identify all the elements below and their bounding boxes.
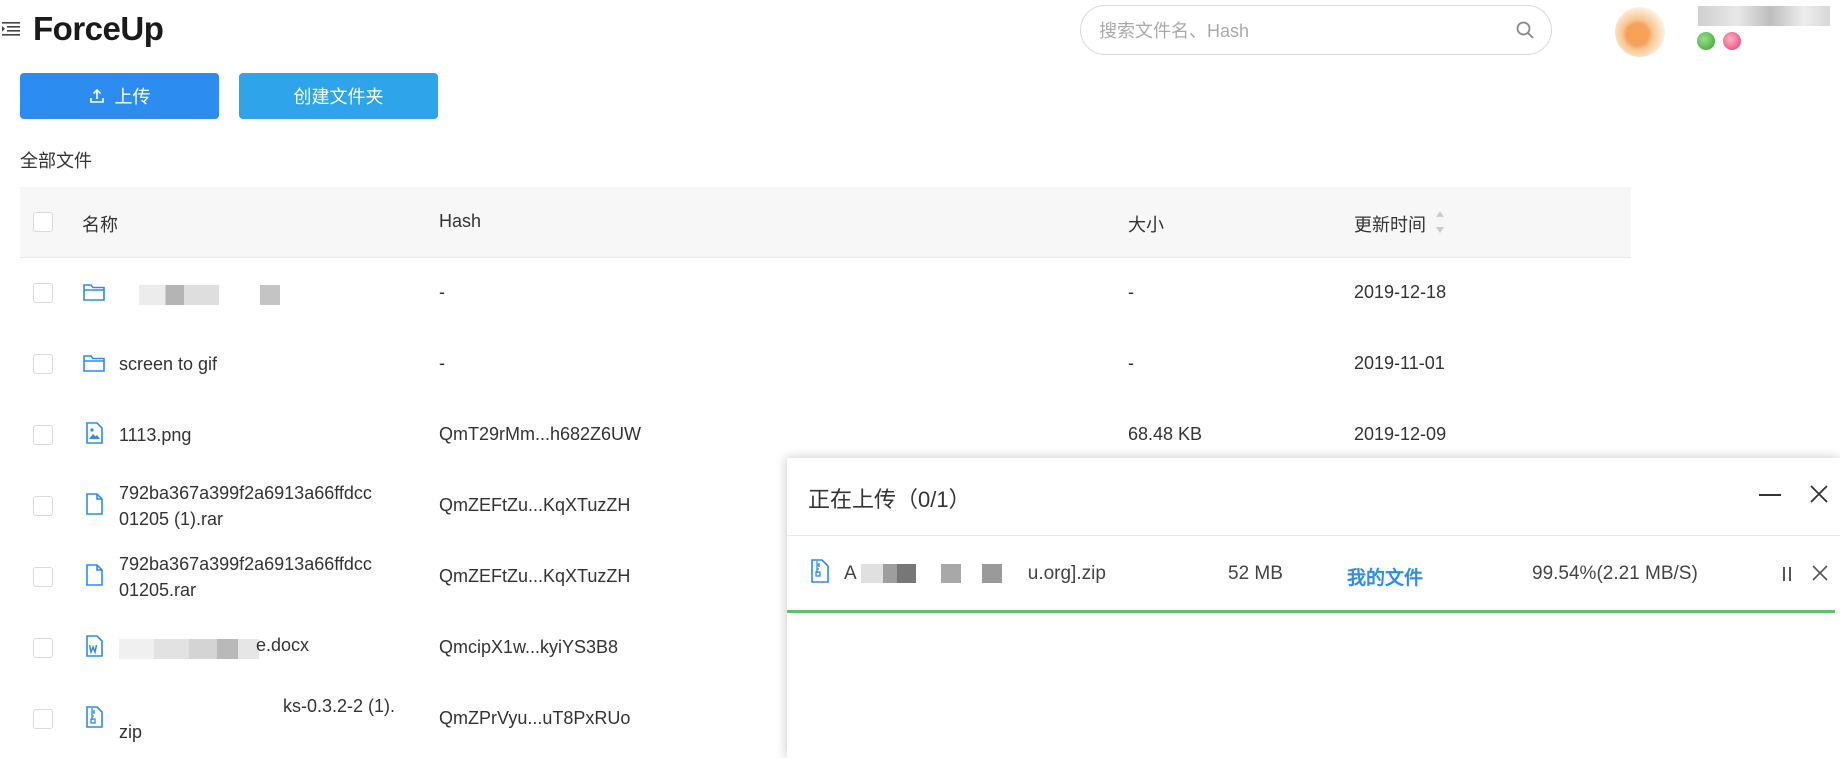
name-line-2: zip (119, 722, 143, 742)
column-header-name: 名称 (82, 215, 118, 235)
upload-panel-header: 正在上传（0/1） (787, 458, 1840, 536)
hash-cell: QmZPrVyu...uT8PxRUo (439, 708, 631, 728)
row-checkbox[interactable] (33, 709, 53, 729)
column-header-time[interactable]: 更新时间 (1354, 211, 1426, 237)
upload-file-name: A u.org].zip (844, 563, 1106, 585)
breadcrumb[interactable]: 全部文件 (20, 147, 92, 173)
upload-file-name-prefix: A (844, 563, 856, 584)
folder-icon (83, 284, 105, 301)
row-checkbox[interactable] (33, 354, 53, 374)
name-cell[interactable]: 792ba367a399f2a6913a66ffdcc 01205.rar (119, 551, 372, 603)
hash-cell: - (439, 282, 445, 302)
file-icon (86, 493, 103, 515)
size-cell: - (1128, 353, 1134, 373)
column-header-hash: Hash (439, 211, 482, 231)
search-input[interactable] (1097, 18, 1501, 44)
table-header: 名称 Hash 大小 更新时间 (20, 187, 1631, 258)
upload-panel-title: 正在上传（0/1） (808, 487, 971, 512)
upload-button[interactable]: 上传 (20, 73, 219, 119)
redacted-filename (119, 639, 259, 659)
time-cell: 2019-11-01 (1354, 353, 1445, 373)
pause-icon[interactable] (1780, 566, 1794, 582)
redacted-filename (941, 564, 962, 584)
upload-icon (89, 88, 104, 103)
redacted-filename (860, 564, 916, 584)
hash-cell: - (439, 353, 445, 373)
hash-cell: QmcipX1w...kyiYS3B8 (439, 637, 619, 657)
search-box[interactable] (1080, 5, 1552, 55)
new-folder-button-label: 创建文件夹 (293, 87, 384, 107)
new-folder-button[interactable]: 创建文件夹 (239, 73, 438, 119)
upload-status: 99.54%(2.21 MB/S) (1532, 563, 1698, 584)
hash-cell: QmZEFtZu...KqXTuzZH (439, 566, 631, 586)
word-file-icon (86, 635, 103, 657)
cancel-upload-icon[interactable] (1812, 565, 1828, 581)
upload-target-folder[interactable]: 我的文件 (1347, 563, 1423, 590)
name-cell[interactable]: screen to gif (119, 351, 217, 377)
menu-toggle-icon[interactable] (2, 20, 20, 36)
redacted-filename (982, 564, 1003, 584)
hash-cell: QmT29rMm...h682Z6UW (439, 424, 642, 444)
upload-file-size: 52 MB (1228, 563, 1283, 584)
name-line-1: 792ba367a399f2a6913a66ffdcc (119, 554, 372, 574)
upload-button-label: 上传 (114, 87, 151, 107)
time-cell: 2019-12-09 (1354, 424, 1447, 444)
zip-file-icon (86, 706, 103, 728)
file-icon (86, 564, 103, 586)
app-logo: ForceUp (33, 10, 164, 47)
redacted-filename (139, 285, 219, 305)
table-row[interactable]: screen to gif - - 2019-11-01 (20, 329, 1631, 401)
status-badge-green (1697, 32, 1715, 50)
size-cell: 68.48 KB (1128, 424, 1203, 444)
user-avatar[interactable] (1615, 7, 1665, 57)
name-cell[interactable]: e.docx (256, 635, 309, 656)
status-badge-pink (1723, 32, 1741, 50)
name-line-2: 01205.rar (119, 580, 197, 600)
upload-panel: 正在上传（0/1） A u.org].zip 52 MB 我的文件 99.54%… (787, 458, 1840, 758)
zip-file-icon (811, 559, 829, 583)
folder-icon (83, 355, 105, 372)
upload-task-row: A u.org].zip 52 MB 我的文件 99.54%(2.21 MB/S… (787, 536, 1840, 614)
row-checkbox[interactable] (33, 638, 53, 658)
row-checkbox[interactable] (33, 283, 53, 303)
search-icon[interactable] (1515, 20, 1535, 40)
name-cell[interactable]: 792ba367a399f2a6913a66ffdcc 01205 (1).ra… (119, 480, 372, 532)
row-checkbox[interactable] (33, 567, 53, 587)
time-cell: 2019-12-18 (1354, 282, 1447, 302)
name-cell[interactable]: ks-0.3.2-2 (1). zip (119, 693, 395, 745)
size-cell: - (1128, 282, 1134, 302)
user-name-redacted (1698, 6, 1830, 26)
table-row[interactable]: - - 2019-12-18 (20, 258, 1631, 330)
upload-progress-bar (787, 610, 1836, 613)
hash-cell: QmZEFtZu...KqXTuzZH (439, 495, 631, 515)
name-line-2: 01205 (1).rar (119, 509, 224, 529)
column-header-size: 大小 (1128, 215, 1164, 235)
redacted-filename (260, 285, 280, 305)
row-checkbox[interactable] (33, 425, 53, 445)
minimize-icon[interactable] (1759, 494, 1781, 496)
name-line-1: ks-0.3.2-2 (1). (283, 696, 396, 716)
row-checkbox[interactable] (33, 496, 53, 516)
name-line-1: 792ba367a399f2a6913a66ffdcc (119, 483, 372, 503)
upload-file-name-suffix: u.org].zip (1027, 563, 1106, 584)
select-all-checkbox[interactable] (33, 212, 53, 232)
image-file-icon (86, 422, 103, 444)
sort-icon[interactable] (1434, 209, 1446, 235)
name-cell[interactable]: 1113.png (119, 422, 191, 448)
close-icon[interactable] (1809, 484, 1829, 504)
